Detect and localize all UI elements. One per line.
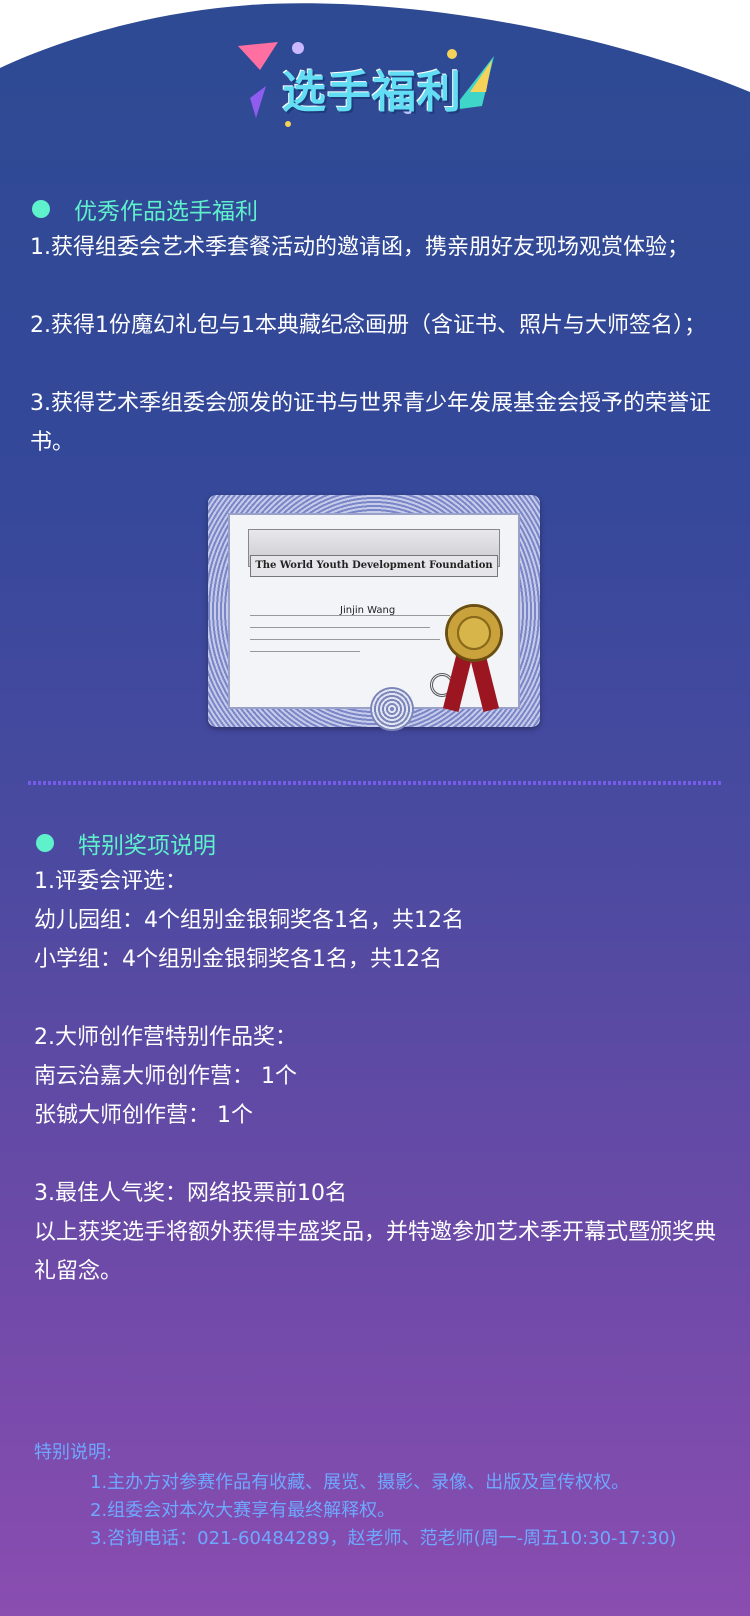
section-heading-text: 特别奖项说明 (78, 833, 216, 859)
certificate-round-seal-icon (370, 687, 414, 731)
award-line-1: 1.评委会评选： (34, 869, 187, 894)
note-item-1: 1.主办方对参赛作品有收藏、展览、摄影、录像、出版及宣传权权。 (90, 1472, 630, 1493)
award-line-2: 幼儿园组：4个组别金银铜奖各1名，共12名 (34, 908, 464, 933)
award-line-6: 张铖大师创作营： 1个 (34, 1103, 253, 1128)
section-heading-text: 优秀作品选手福利 (74, 199, 258, 225)
certificate-paper: The World Youth Development Foundation J… (228, 513, 520, 731)
section-divider (28, 781, 722, 785)
award-line-5: 南云治嘉大师创作营： 1个 (34, 1064, 297, 1089)
benefit-item-2: 2.获得1份魔幻礼包与1本典藏纪念画册（含证书、照片与大师签名）； (30, 313, 706, 338)
ribbon-icon (468, 649, 500, 713)
gold-seal-icon (448, 607, 500, 659)
award-line-3: 小学组：4个组别金银铜奖各1名，共12名 (34, 947, 442, 972)
certificate-image: The World Youth Development Foundation J… (208, 495, 540, 731)
benefit-item-3: 3.获得艺术季组委会颁发的证书与世界青少年发展基金会授予的荣誉证书。 (30, 391, 711, 455)
bullet-dot-icon (32, 200, 50, 218)
note-item-2: 2.组委会对本次大赛享有最终解释权。 (90, 1500, 396, 1521)
section-heading-benefits: 优秀作品选手福利 (32, 192, 258, 226)
bullet-dot-icon (36, 834, 54, 852)
certificate-recipient: Jinjin Wang (340, 605, 396, 616)
award-line-8: 以上获奖选手将额外获得丰盛奖品，并特邀参加艺术季开幕式暨颁奖典礼留念。 (34, 1220, 717, 1284)
notes-title: 特别说明: (34, 1442, 113, 1463)
award-line-7: 3.最佳人气奖：网络投票前10名 (34, 1181, 347, 1206)
award-line-4: 2.大师创作营特别作品奖： (34, 1025, 297, 1050)
section-heading-awards: 特别奖项说明 (36, 826, 216, 860)
banner-title: 选手福利 (282, 67, 462, 118)
certificate-org: The World Youth Development Foundation (250, 555, 498, 577)
banner: 选手福利 (230, 36, 520, 136)
note-item-3: 3.咨询电话：021-60484289，赵老师、范老师(周一-周五10:30-1… (90, 1528, 677, 1549)
benefit-item-1: 1.获得组委会艺术季套餐活动的邀请函，携亲朋好友现场观赏体验； (30, 235, 689, 260)
